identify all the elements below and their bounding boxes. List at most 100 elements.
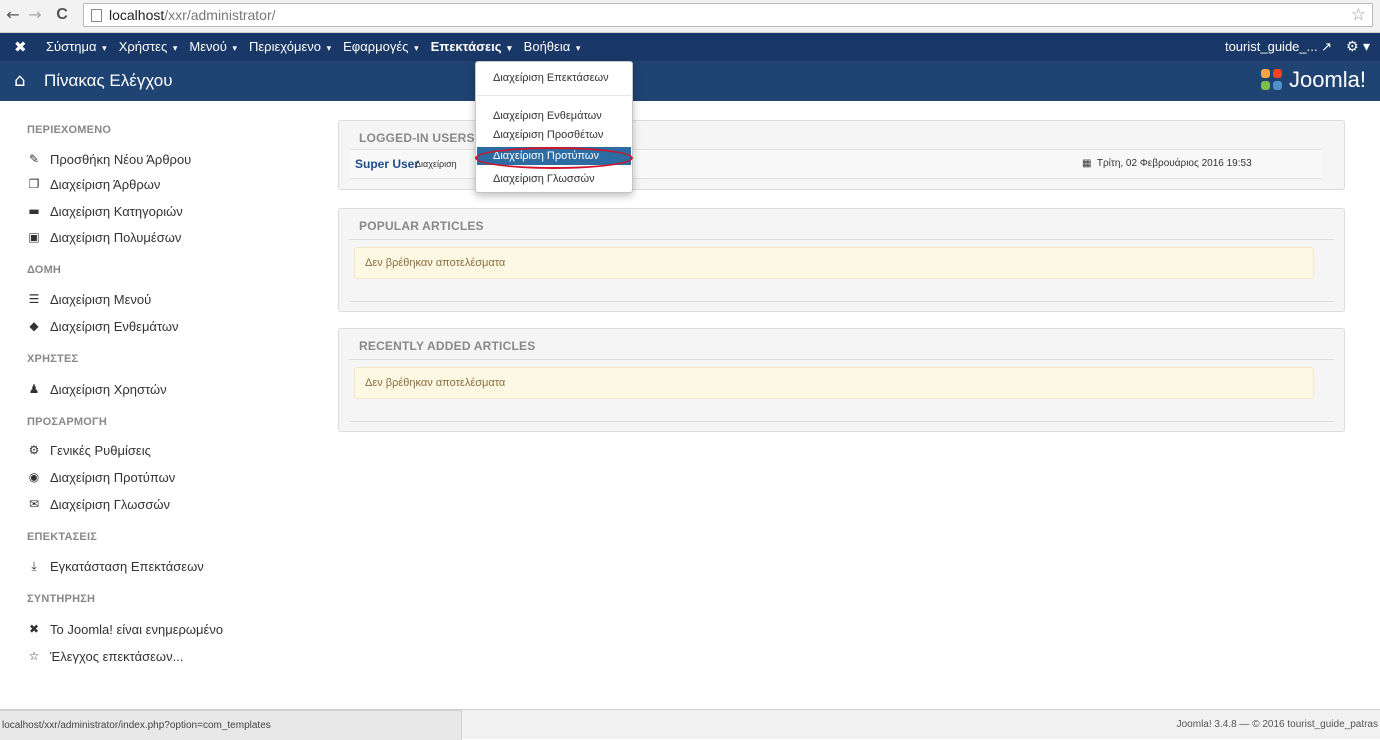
site-link[interactable]: tourist_guide_... ↗ xyxy=(1225,33,1332,61)
sidebar-item-modules[interactable]: ◆ Διαχείριση Ενθεμάτων xyxy=(27,317,179,335)
gear-icon[interactable]: ⚙ ▾ xyxy=(1346,33,1370,61)
eye-icon: ◉ xyxy=(28,470,40,484)
admin-menubar: ✖ Σύστημα ▾ Χρήστες ▾ Μενού ▾ Περιεχόμεν… xyxy=(0,33,1380,61)
user-name-link[interactable]: Super User xyxy=(355,157,419,171)
sidebar-item-joomla-uptodate[interactable]: ✖ Το Joomla! είναι ενημερωμένο xyxy=(27,620,223,638)
sidebar-item-articles[interactable]: ❐ Διαχείριση Άρθρων xyxy=(27,175,161,193)
url-path: /xxr/administrator/ xyxy=(164,7,276,23)
sidebar-item-categories[interactable]: ▬ Διαχείριση Κατηγοριών xyxy=(27,202,183,220)
sidebar-heading-maintenance: ΣΥΝΤΗΡΗΣΗ xyxy=(27,593,96,605)
caret-down-icon: ▾ xyxy=(326,43,332,53)
joomla-logo-icon xyxy=(1260,69,1283,91)
sidebar-heading-configuration: ΠΡΟΣΑΡΜΟΓΗ xyxy=(27,416,107,428)
sidebar-heading-content: ΠΕΡΙΕΧΟΜΕΝΟ xyxy=(27,124,112,136)
sidebar-item-label: Διαχείριση Κατηγοριών xyxy=(50,203,183,219)
panel-title: RECENTLY ADDED ARTICLES xyxy=(359,339,536,353)
sidebar-item-check-extensions[interactable]: ☆ Έλεγχος επεκτάσεων... xyxy=(27,647,184,665)
sidebar-item-languages[interactable]: ✉ Διαχείριση Γλωσσών xyxy=(27,495,170,513)
dropdown-item-extension-manager[interactable]: Διαχείριση Επεκτάσεων xyxy=(477,69,631,87)
users-icon: ♟ xyxy=(28,382,40,396)
address-bar[interactable]: localhost/xxr/administrator/ ☆ xyxy=(83,3,1373,27)
bookmark-star-icon[interactable]: ☆ xyxy=(1351,5,1366,25)
menu-label: Περιεχόμενο xyxy=(249,39,321,54)
extensions-dropdown: Διαχείριση Επεκτάσεων Διαχείριση Ενθεμάτ… xyxy=(475,61,633,193)
sidebar-item-media[interactable]: ▣ Διαχείριση Πολυμέσων xyxy=(27,228,181,246)
menu-label: Σύστημα xyxy=(46,39,97,54)
sidebar-item-label: Προσθήκη Νέου Άρθρου xyxy=(50,151,192,167)
browser-toolbar: ← → C localhost/xxr/administrator/ ☆ xyxy=(0,0,1380,33)
caret-down-icon: ▾ xyxy=(102,43,107,53)
dropdown-item-module-manager[interactable]: Διαχείριση Ενθεμάτων xyxy=(477,107,631,125)
caret-down-icon: ▾ xyxy=(232,43,237,53)
sidebar-item-label: Γενικές Ρυθμίσεις xyxy=(50,442,151,458)
panel-title: POPULAR ARTICLES xyxy=(359,219,484,233)
sidebar-item-label: Διαχείριση Άρθρων xyxy=(50,176,161,192)
cube-icon: ◆ xyxy=(29,319,39,333)
sidebar-item-label: Διαχείριση Ενθεμάτων xyxy=(50,318,179,334)
folder-icon: ▬ xyxy=(28,204,40,218)
download-icon: ⤓ xyxy=(31,558,37,573)
divider xyxy=(349,359,1334,360)
caret-down-icon: ▾ xyxy=(414,43,419,53)
panel-title: LOGGED-IN USERS xyxy=(359,131,475,145)
menu-extensions[interactable]: Επεκτάσεις ▾ xyxy=(425,33,518,61)
pencil-icon: ✎ xyxy=(28,152,40,166)
divider xyxy=(349,421,1334,422)
sidebar: ΠΕΡΙΕΧΟΜΕΝΟ ✎ Προσθήκη Νέου Άρθρου ❐ Διαχε… xyxy=(0,101,320,709)
page-title: Πίνακας Ελέγχου xyxy=(44,71,173,90)
sidebar-item-label: Έλεγχος επεκτάσεων... xyxy=(50,648,184,664)
sidebar-item-label: Διαχείριση Πολυμέσων xyxy=(50,229,182,245)
main-menu: Σύστημα ▾ Χρήστες ▾ Μενού ▾ Περιεχόμενο … xyxy=(40,33,586,61)
sidebar-item-global-config[interactable]: ⚙ Γενικές Ρυθμίσεις xyxy=(27,441,151,459)
menu-label: Χρήστες xyxy=(118,39,168,54)
page-header: ⌂ Πίνακας Ελέγχου Joomla! xyxy=(0,61,1380,101)
calendar-icon: ▦ xyxy=(1082,158,1092,169)
sidebar-heading-structure: ΔΟΜΗ xyxy=(27,264,62,276)
url-host: localhost xyxy=(109,7,165,23)
menu-content[interactable]: Περιεχόμενο ▾ xyxy=(243,33,337,61)
no-results-alert: Δεν βρέθηκαν αποτελέσματα xyxy=(354,247,1314,279)
login-date: ▦ Τρίτη, 02 Φεβρουάριος 2016 19:53 xyxy=(1082,158,1252,169)
caret-down-icon: ▾ xyxy=(172,43,178,53)
sidebar-item-label: Το Joomla! είναι ενημερωμένο xyxy=(50,621,224,637)
sidebar-item-label: Διαχείριση Γλωσσών xyxy=(50,496,171,512)
dropdown-item-language-manager[interactable]: Διαχείριση Γλωσσών xyxy=(477,170,631,188)
sidebar-heading-users: ΧΡΗΣΤΕΣ xyxy=(27,353,79,365)
sidebar-item-install[interactable]: ⤓ Εγκατάσταση Επεκτάσεων xyxy=(27,557,204,575)
forward-icon[interactable]: → xyxy=(26,6,44,24)
menu-help[interactable]: Βοήθεια ▾ xyxy=(518,33,587,61)
alert-text: Δεν βρέθηκαν αποτελέσματα xyxy=(365,257,506,269)
copy-icon: ❐ xyxy=(28,177,40,191)
status-bar: localhost/xxr/administrator/index.php?op… xyxy=(0,709,1380,740)
no-results-alert: Δεν βρέθηκαν αποτελέσματα xyxy=(354,367,1314,399)
divider xyxy=(349,239,1334,240)
joomla-x-icon[interactable]: ✖ xyxy=(14,38,27,56)
menu-label: Επεκτάσεις xyxy=(430,39,502,54)
back-icon[interactable]: ← xyxy=(4,6,22,24)
menu-menus[interactable]: Μενού ▾ xyxy=(183,33,243,61)
sidebar-heading-extensions: ΕΠΕΚΤΑΣΕΙΣ xyxy=(27,531,98,543)
status-url-tooltip: localhost/xxr/administrator/index.php?op… xyxy=(0,710,462,740)
menu-users[interactable]: Χρήστες ▾ xyxy=(113,33,184,61)
sidebar-item-add-article[interactable]: ✎ Προσθήκη Νέου Άρθρου xyxy=(27,150,191,168)
sidebar-item-label: Εγκατάσταση Επεκτάσεων xyxy=(50,558,204,574)
caret-down-icon: ▾ xyxy=(575,43,581,53)
image-icon: ▣ xyxy=(28,230,40,244)
home-icon: ⌂ xyxy=(14,70,26,91)
sidebar-item-menus[interactable]: ☰ Διαχείριση Μενού xyxy=(27,290,152,308)
reload-icon[interactable]: C xyxy=(53,6,71,24)
menu-label: Βοήθεια xyxy=(523,39,571,54)
menu-components[interactable]: Εφαρμογές ▾ xyxy=(337,33,424,61)
menu-label: Μενού xyxy=(189,39,227,54)
menu-system[interactable]: Σύστημα ▾ xyxy=(40,33,113,61)
alert-text: Δεν βρέθηκαν αποτελέσματα xyxy=(365,377,506,389)
recent-articles-panel: RECENTLY ADDED ARTICLES Δεν βρέθηκαν απο… xyxy=(338,328,1345,432)
sidebar-item-label: Διαχείριση Μενού xyxy=(50,291,152,307)
sidebar-item-label: Διαχείριση Προτύπων xyxy=(50,469,176,485)
joomla-icon: ✖ xyxy=(28,622,40,636)
joomla-logo: Joomla! xyxy=(1260,67,1366,93)
dropdown-item-plugin-manager[interactable]: Διαχείριση Προσθέτων xyxy=(477,126,631,144)
date-text: Τρίτη, 02 Φεβρουάριος 2016 19:53 xyxy=(1096,158,1252,169)
sidebar-item-users[interactable]: ♟ Διαχείριση Χρηστών xyxy=(27,380,167,398)
sidebar-item-templates[interactable]: ◉ Διαχείριση Προτύπων xyxy=(27,468,176,486)
